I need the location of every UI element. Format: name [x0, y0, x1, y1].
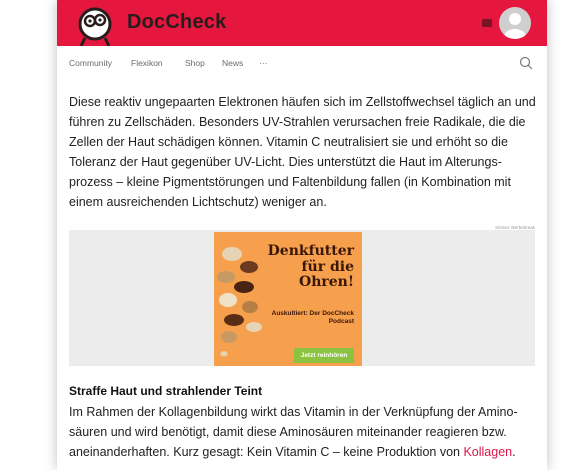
nav-item-shop[interactable]: Shop: [185, 58, 205, 68]
ad-cta-button[interactable]: Jetzt reinhören: [294, 348, 354, 363]
top-bar: DocCheck: [57, 0, 547, 46]
podcast-ad-banner[interactable]: Denkfutter für die Ohren! Auskultiert: D…: [214, 232, 362, 366]
paragraph-2-text: Im Rahmen der Kollagenbildung wirkt das …: [69, 405, 518, 459]
doccheck-logo-icon[interactable]: [75, 2, 119, 46]
nav-item-more[interactable]: ···: [259, 58, 268, 68]
article-paragraph: Diese reaktiv ungepaarten Elektronen häu…: [69, 95, 536, 209]
mail-icon[interactable]: [482, 19, 492, 27]
nav-item-news[interactable]: News: [222, 58, 243, 68]
ad-title: Denkfutter für die Ohren!: [267, 243, 354, 290]
search-icon[interactable]: [519, 56, 533, 70]
user-avatar-icon: [504, 13, 526, 39]
nav-item-community[interactable]: Community: [69, 58, 112, 68]
nav-item-flexikon[interactable]: Flexikon: [131, 58, 163, 68]
section-title: Straffe Haut und strahlender Teint: [69, 384, 263, 398]
main-nav: Community Flexikon Shop News ···: [57, 46, 547, 78]
page-card: DocCheck Community Flexikon Shop News ··…: [57, 0, 547, 470]
ad-subtitle: Auskultiert: Der DocCheck Podcast: [271, 310, 354, 325]
brand-name[interactable]: DocCheck: [127, 11, 226, 34]
paragraph-2-end: .: [512, 445, 516, 459]
avatar[interactable]: [499, 7, 531, 39]
article-paragraph-2: Im Rahmen der Kollagenbildung wirkt das …: [69, 402, 541, 462]
kollagen-link[interactable]: Kollagen: [463, 445, 512, 459]
